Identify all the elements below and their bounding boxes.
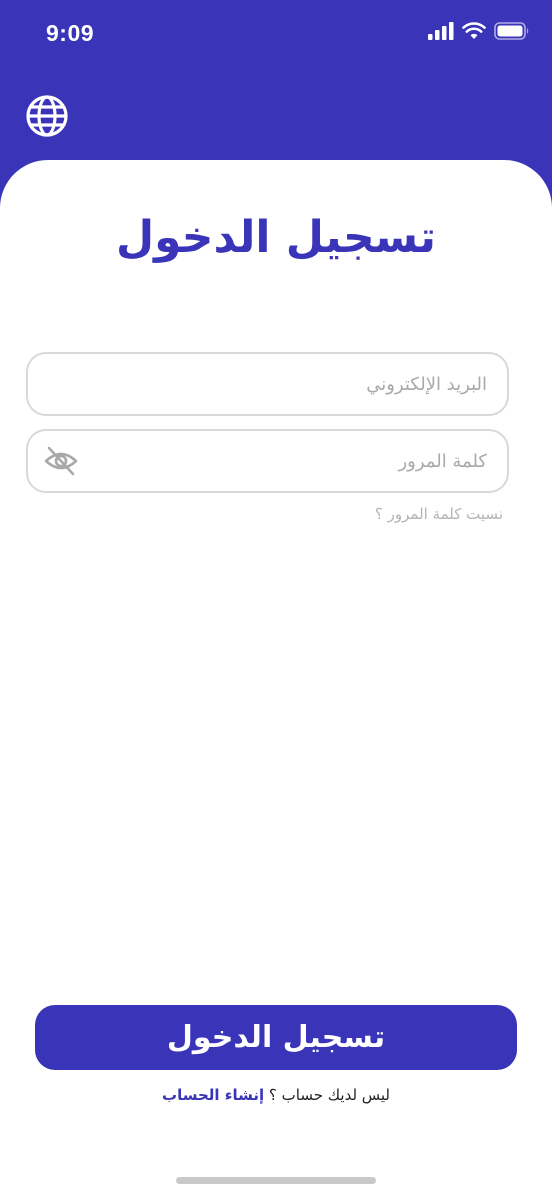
login-button[interactable]: تسجيل الدخول bbox=[35, 1005, 517, 1070]
signup-row: ليس لديك حساب ؟ إنشاء الحساب bbox=[0, 1086, 552, 1104]
eye-off-icon bbox=[44, 446, 78, 476]
wifi-icon bbox=[462, 22, 486, 39]
page-title: تسجيل الدخول bbox=[115, 212, 437, 263]
create-account-link[interactable]: إنشاء الحساب bbox=[162, 1086, 264, 1104]
password-field[interactable] bbox=[26, 429, 509, 493]
email-input[interactable] bbox=[48, 354, 487, 414]
no-account-text: ليس لديك حساب ؟ bbox=[268, 1086, 390, 1104]
status-icons bbox=[428, 22, 530, 40]
email-field[interactable] bbox=[26, 352, 509, 416]
battery-icon bbox=[494, 22, 529, 40]
password-input[interactable] bbox=[98, 431, 487, 491]
status-bar: 9:09 bbox=[0, 0, 552, 70]
status-time: 9:09 bbox=[46, 20, 95, 46]
language-button[interactable] bbox=[25, 94, 69, 138]
globe-icon bbox=[26, 95, 68, 137]
signal-icon bbox=[428, 22, 454, 40]
forgot-password-link[interactable]: نسيت كلمة المرور ؟ bbox=[375, 505, 503, 523]
password-visibility-toggle[interactable] bbox=[44, 445, 78, 477]
home-indicator bbox=[176, 1177, 376, 1184]
